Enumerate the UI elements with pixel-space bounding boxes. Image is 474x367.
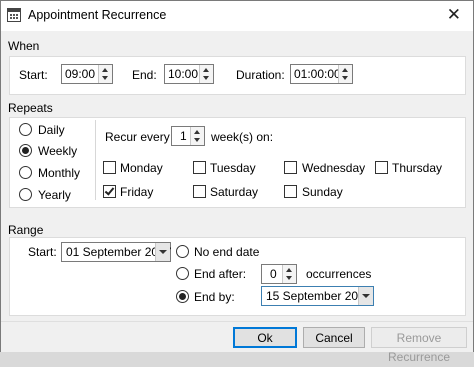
- start-time-spinner[interactable]: 09:00: [61, 64, 113, 84]
- weeks-on-label: week(s) on:: [211, 130, 274, 144]
- spin-down-icon[interactable]: [194, 138, 200, 142]
- checkbox-tuesday[interactable]: [193, 161, 206, 174]
- day-monday-label: Monday: [120, 161, 163, 175]
- title-bar[interactable]: Appointment Recurrence ✕: [1, 1, 473, 31]
- occurrences-value: 0: [270, 267, 277, 281]
- radio-no-end-date[interactable]: [176, 245, 189, 258]
- radio-end-by[interactable]: [176, 290, 189, 303]
- checkbox-wednesday[interactable]: [284, 161, 297, 174]
- end-time-arrows[interactable]: [199, 65, 213, 83]
- start-time-label: Start:: [19, 68, 48, 82]
- spin-down-icon[interactable]: [286, 276, 292, 280]
- end-by-date-picker[interactable]: 15 September 2017: [261, 286, 374, 306]
- window-title: Appointment Recurrence: [28, 8, 167, 22]
- checkbox-friday[interactable]: [103, 185, 116, 198]
- occurrences-label: occurrences: [306, 267, 372, 281]
- spin-down-icon[interactable]: [102, 76, 108, 80]
- range-group: Start: 01 September 2017 No end date End…: [9, 237, 466, 316]
- day-friday-label: Friday: [120, 185, 154, 199]
- calendar-icon: [7, 8, 21, 22]
- remove-recurrence-button[interactable]: Remove Recurrence: [371, 327, 467, 364]
- checkbox-saturday[interactable]: [193, 185, 206, 198]
- repeat-yearly-label: Yearly: [38, 188, 71, 202]
- repeat-daily-label: Daily: [38, 123, 65, 137]
- radio-daily[interactable]: [19, 123, 32, 136]
- spin-up-icon[interactable]: [194, 130, 200, 134]
- recur-interval-value: 1: [180, 129, 187, 143]
- appointment-recurrence-dialog: Appointment Recurrence ✕ When Start: 09:…: [0, 0, 474, 364]
- range-group-label: Range: [8, 223, 44, 237]
- repeat-monthly-label: Monthly: [38, 166, 81, 180]
- repeat-weekly-label: Weekly: [38, 144, 78, 158]
- when-group: Start: 09:00 End: 10:00 Duration: 01:00:…: [9, 56, 466, 95]
- occurrences-spinner[interactable]: 0: [261, 264, 297, 284]
- radio-monthly[interactable]: [19, 166, 32, 179]
- spin-up-icon[interactable]: [286, 268, 292, 272]
- chevron-down-icon[interactable]: [358, 287, 373, 305]
- spin-up-icon[interactable]: [203, 68, 209, 72]
- end-by-label: End by:: [194, 290, 235, 304]
- checkbox-thursday[interactable]: [375, 161, 388, 174]
- spin-up-icon[interactable]: [102, 68, 108, 72]
- duration-label: Duration:: [236, 68, 285, 82]
- range-start-date-picker[interactable]: 01 September 2017: [61, 242, 171, 262]
- repeats-group-label: Repeats: [8, 101, 53, 115]
- occurrences-arrows[interactable]: [282, 265, 296, 283]
- spin-down-icon[interactable]: [203, 76, 209, 80]
- day-thursday-label: Thursday: [392, 161, 443, 175]
- dialog-body: When Start: 09:00 End: 10:00 Duration: 0…: [1, 31, 473, 321]
- radio-weekly[interactable]: [19, 144, 32, 157]
- end-time-spinner[interactable]: 10:00: [164, 64, 214, 84]
- radio-end-after[interactable]: [176, 267, 189, 280]
- end-after-label: End after:: [194, 267, 247, 281]
- start-time-value: 09:00: [65, 67, 96, 81]
- end-time-label: End:: [132, 68, 157, 82]
- duration-value: 01:00:00: [294, 67, 341, 81]
- dialog-footer: Ok Cancel Remove Recurrence: [1, 321, 473, 364]
- recur-every-label: Recur every: [105, 130, 170, 144]
- end-time-value: 10:00: [168, 67, 199, 81]
- when-group-label: When: [8, 39, 40, 53]
- duration-arrows[interactable]: [338, 65, 352, 83]
- close-icon[interactable]: ✕: [447, 5, 461, 25]
- day-sunday-label: Sunday: [302, 185, 343, 199]
- spin-down-icon[interactable]: [342, 76, 348, 80]
- end-by-date-value: 15 September 2017: [266, 289, 372, 303]
- duration-spinner[interactable]: 01:00:00: [290, 64, 353, 84]
- day-saturday-label: Saturday: [210, 185, 259, 199]
- radio-yearly[interactable]: [19, 188, 32, 201]
- checkbox-sunday[interactable]: [284, 185, 297, 198]
- ok-button[interactable]: Ok: [233, 327, 297, 348]
- repeats-group: Daily Weekly Monthly Yearly Recur every …: [9, 117, 466, 208]
- day-tuesday-label: Tuesday: [210, 161, 256, 175]
- repeats-divider: [95, 120, 96, 200]
- chevron-down-icon[interactable]: [155, 243, 170, 261]
- spin-up-icon[interactable]: [342, 68, 348, 72]
- recur-interval-spinner[interactable]: 1: [171, 126, 205, 146]
- cancel-button[interactable]: Cancel: [303, 327, 365, 348]
- checkbox-monday[interactable]: [103, 161, 116, 174]
- start-time-arrows[interactable]: [98, 65, 112, 83]
- range-start-label: Start:: [28, 245, 57, 259]
- day-wednesday-label: Wednesday: [302, 161, 366, 175]
- recur-interval-arrows[interactable]: [190, 127, 204, 145]
- no-end-date-label: No end date: [194, 245, 260, 259]
